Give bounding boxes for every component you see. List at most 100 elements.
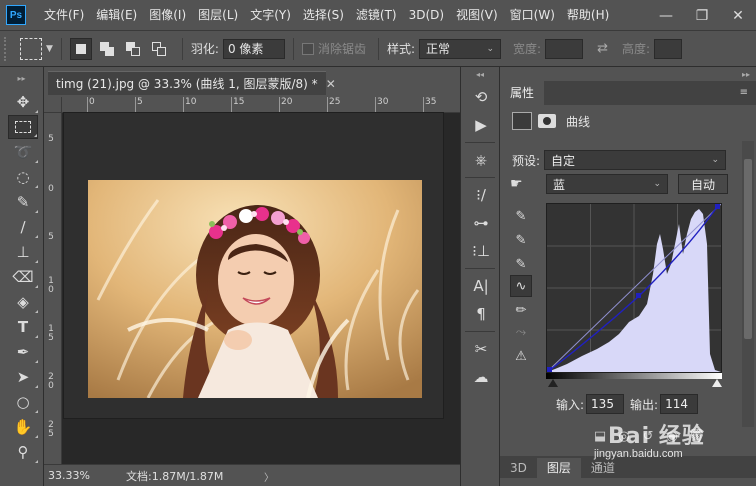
height-input[interactable] bbox=[654, 38, 683, 59]
input-value-field[interactable]: 135 bbox=[586, 394, 625, 414]
gray-point-eyedropper-icon[interactable]: ✎ bbox=[510, 229, 532, 251]
pencil-draw-icon[interactable]: ✏ bbox=[510, 299, 532, 321]
tool-presets-icon[interactable]: ✂ bbox=[461, 335, 501, 363]
path-select-tool-icon[interactable]: ➤ bbox=[8, 365, 38, 389]
brush-presets-icon[interactable]: ⊶ bbox=[461, 209, 501, 237]
chevron-down-icon: ⌄ bbox=[653, 179, 661, 189]
properties-scrollbar[interactable] bbox=[742, 141, 754, 427]
document-tab-title: timg (21).jpg @ 33.3% (曲线 1, 图层蒙版/8) * bbox=[56, 77, 318, 91]
ellipse-tool-icon[interactable]: ○ bbox=[8, 390, 38, 414]
restore-button[interactable]: ❐ bbox=[684, 0, 720, 31]
layer-mask-icon[interactable] bbox=[538, 114, 556, 128]
new-selection-button[interactable] bbox=[69, 37, 92, 60]
clone-source-icon[interactable]: ⁝⊥ bbox=[461, 237, 501, 265]
menu-window[interactable]: 窗口(W) bbox=[504, 0, 561, 31]
target-adjust-icon[interactable]: ☛ bbox=[510, 176, 546, 192]
menu-edit[interactable]: 编辑(E) bbox=[90, 0, 143, 31]
ruler-tick: 5 bbox=[48, 232, 54, 242]
close-button[interactable]: ✕ bbox=[720, 0, 756, 31]
navigator-icon[interactable]: ⎈ bbox=[461, 146, 501, 174]
menu-bar: Ps 文件(F) 编辑(E) 图像(I) 图层(L) 文字(Y) 选择(S) 滤… bbox=[0, 0, 756, 31]
document-tab[interactable]: timg (21).jpg @ 33.3% (曲线 1, 图层蒙版/8) * ✕ bbox=[48, 71, 336, 95]
clip-to-layer-icon[interactable]: ⬓ bbox=[588, 426, 612, 446]
subtract-selection-button[interactable] bbox=[122, 38, 144, 60]
view-previous-icon[interactable]: ◎ bbox=[612, 426, 636, 446]
tab-channels[interactable]: 通道 bbox=[581, 458, 625, 478]
tab-properties[interactable]: 属性 bbox=[500, 81, 545, 105]
marquee-tool-icon[interactable] bbox=[8, 115, 38, 139]
libraries-icon[interactable]: ☁ bbox=[461, 363, 501, 391]
chevron-right-icon[interactable]: 〉 bbox=[264, 469, 276, 484]
menu-select[interactable]: 选择(S) bbox=[297, 0, 350, 31]
collapse-arrows-icon[interactable]: ◂◂ bbox=[461, 67, 499, 83]
curves-graph[interactable] bbox=[546, 203, 722, 373]
feather-input[interactable]: 0 像素 bbox=[222, 38, 285, 59]
curve-point-tool-icon[interactable]: ∿ bbox=[510, 275, 532, 297]
intersect-selection-button[interactable] bbox=[148, 38, 170, 60]
width-input[interactable] bbox=[545, 38, 584, 59]
brush-tool-icon[interactable]: ∕ bbox=[8, 215, 38, 239]
delete-icon[interactable]: 🗑 bbox=[684, 426, 708, 446]
collapse-arrows-icon[interactable]: ▸▸ bbox=[0, 67, 43, 89]
pen-tool-icon[interactable]: ✒ bbox=[8, 340, 38, 364]
actions-play-icon[interactable]: ▶ bbox=[461, 111, 501, 139]
document-area: timg (21).jpg @ 33.3% (曲线 1, 图层蒙版/8) * ✕… bbox=[44, 67, 460, 486]
character-icon[interactable]: A| bbox=[461, 272, 501, 300]
output-value-field[interactable]: 114 bbox=[660, 394, 699, 414]
zoom-level[interactable]: 33.33% bbox=[44, 469, 96, 482]
history-icon[interactable]: ⟲ bbox=[461, 83, 501, 111]
swap-icon[interactable]: ⇄ bbox=[597, 41, 608, 56]
scrollbar-thumb[interactable] bbox=[744, 159, 752, 339]
add-selection-button[interactable] bbox=[96, 38, 118, 60]
white-point-eyedropper-icon[interactable]: ✎ bbox=[510, 253, 532, 275]
panel-menu-icon[interactable]: ≡ bbox=[740, 87, 748, 98]
auto-button[interactable]: 自动 bbox=[678, 174, 728, 194]
tab-3d[interactable]: 3D bbox=[500, 458, 537, 478]
lasso-tool-icon[interactable]: ➰ bbox=[8, 140, 38, 164]
preset-select[interactable]: 自定 ⌄ bbox=[544, 150, 726, 170]
antialias-checkbox[interactable] bbox=[301, 42, 314, 55]
collapse-arrows-icon[interactable]: ▸▸ bbox=[500, 67, 756, 81]
eyedropper-tool-icon[interactable]: ✎ bbox=[8, 190, 38, 214]
clipping-warning-icon[interactable]: ⚠ bbox=[510, 345, 532, 367]
tab-layers[interactable]: 图层 bbox=[536, 458, 581, 478]
menu-help[interactable]: 帮助(H) bbox=[561, 0, 615, 31]
document-canvas[interactable] bbox=[64, 113, 443, 418]
brush-settings-icon[interactable]: ⁝∕ bbox=[461, 181, 501, 209]
chevron-down-icon[interactable]: ▼ bbox=[46, 44, 53, 54]
paragraph-icon[interactable]: ¶ bbox=[461, 300, 501, 328]
minimize-button[interactable]: — bbox=[648, 0, 684, 31]
channel-select[interactable]: 蓝 ⌄ bbox=[546, 174, 668, 194]
move-tool-icon[interactable]: ✥ bbox=[8, 90, 38, 114]
curves-adjustment-icon[interactable] bbox=[512, 112, 532, 130]
style-select[interactable]: 正常 ⌄ bbox=[419, 38, 502, 59]
horizontal-ruler[interactable]: 0 5 10 15 20 25 30 35 bbox=[62, 97, 460, 113]
black-point-slider[interactable] bbox=[548, 379, 558, 387]
menu-type[interactable]: 文字(Y) bbox=[244, 0, 297, 31]
channel-value: 蓝 bbox=[553, 177, 566, 192]
reset-icon[interactable]: ↺ bbox=[636, 426, 660, 446]
white-point-slider[interactable] bbox=[712, 379, 722, 387]
zoom-tool-icon[interactable]: ⚲ bbox=[8, 440, 38, 464]
menu-filter[interactable]: 滤镜(T) bbox=[350, 0, 403, 31]
menu-view[interactable]: 视图(V) bbox=[450, 0, 504, 31]
menu-layer[interactable]: 图层(L) bbox=[192, 0, 244, 31]
vertical-ruler[interactable]: 5 0 5 1 0 1 5 2 0 2 5 bbox=[44, 113, 62, 464]
menu-image[interactable]: 图像(I) bbox=[143, 0, 192, 31]
paint-bucket-tool-icon[interactable]: ◈ bbox=[8, 290, 38, 314]
stamp-tool-icon[interactable]: ⊥ bbox=[8, 240, 38, 264]
quick-select-tool-icon[interactable]: ◌ bbox=[8, 165, 38, 189]
intersect-selection-icon bbox=[151, 41, 166, 56]
visibility-icon[interactable]: ◉ bbox=[660, 426, 684, 446]
black-point-eyedropper-icon[interactable]: ✎ bbox=[510, 205, 532, 227]
hand-tool-icon[interactable]: ✋ bbox=[8, 415, 38, 439]
menu-file[interactable]: 文件(F) bbox=[38, 0, 90, 31]
eraser-tool-icon[interactable]: ⌫ bbox=[8, 265, 38, 289]
marquee-preset-icon[interactable] bbox=[20, 37, 42, 60]
smooth-curve-icon[interactable]: ⤳ bbox=[510, 321, 532, 343]
input-output-row: 输入: 135 输出: 114 bbox=[556, 394, 702, 414]
properties-tabbar: 属性 ≡ bbox=[500, 81, 756, 105]
close-icon[interactable]: ✕ bbox=[326, 77, 336, 91]
type-tool-icon[interactable]: T bbox=[8, 315, 38, 339]
menu-3d[interactable]: 3D(D) bbox=[403, 0, 450, 31]
